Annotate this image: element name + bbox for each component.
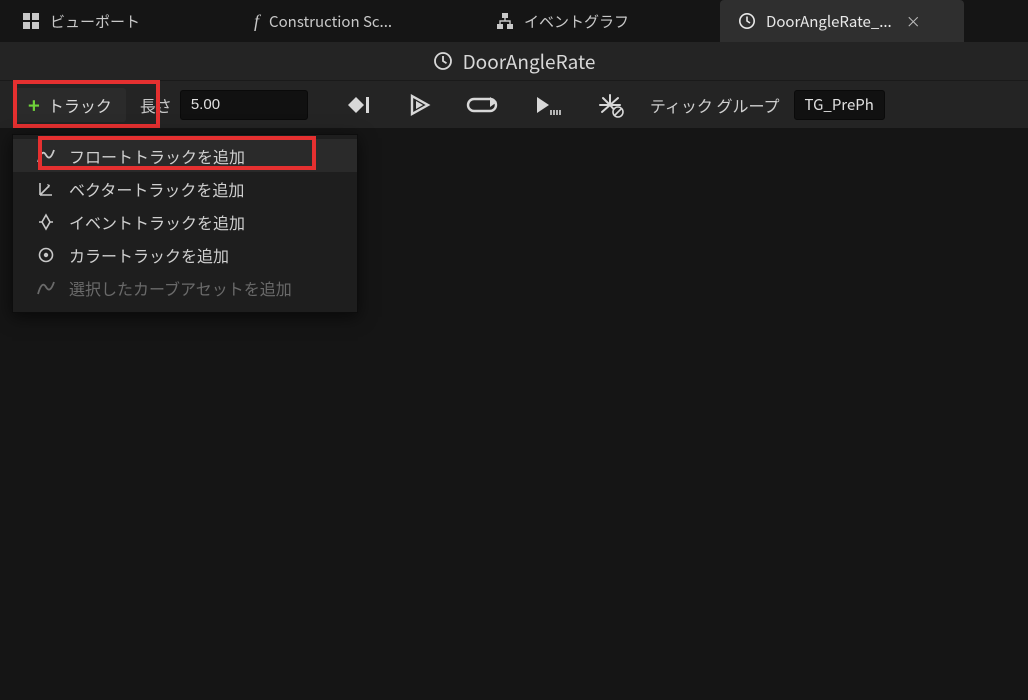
menu-label: ベクタートラックを追加 [69, 177, 244, 201]
add-track-button[interactable]: + トラック [14, 88, 126, 122]
tab-label: Construction Sc... [269, 11, 392, 32]
toolbar-icon-group [346, 92, 624, 118]
tab-viewport[interactable]: ビューポート [4, 0, 236, 42]
menu-label: イベントトラックを追加 [69, 210, 245, 234]
clock-icon [738, 12, 756, 30]
menu-label: カラートラックを追加 [69, 243, 229, 267]
tab-event-graph[interactable]: イベントグラフ [478, 0, 720, 42]
tickgroup-label: ティック グループ [650, 93, 780, 117]
replicated-icon[interactable] [534, 93, 562, 117]
function-icon: f [254, 11, 259, 32]
tab-label: イベントグラフ [524, 11, 629, 32]
vector-icon [37, 180, 55, 198]
menu-add-curve-asset: 選択したカーブアセットを追加 [13, 271, 357, 304]
loop-icon[interactable] [466, 93, 500, 117]
tab-label: ビューポート [50, 11, 140, 32]
tab-label: DoorAngleRate_... [766, 11, 892, 32]
length-label: 長さ [140, 93, 172, 117]
tickgroup-select[interactable]: TG_PrePh [794, 90, 885, 120]
menu-label: フロートトラックを追加 [69, 144, 245, 168]
curve-float-icon [37, 148, 55, 164]
curve-asset-icon [37, 280, 55, 296]
menu-label: 選択したカーブアセットを追加 [69, 276, 292, 300]
grid-icon [22, 12, 40, 30]
tickgroup-value: TG_PrePh [805, 94, 874, 115]
graph-icon [496, 12, 514, 30]
autoplay-icon[interactable] [408, 93, 432, 117]
tab-strip: ビューポート f Construction Sc... イベントグラフ Door… [0, 0, 1028, 42]
menu-add-vector-track[interactable]: ベクタートラックを追加 [13, 172, 357, 205]
last-keyframe-icon[interactable] [346, 93, 374, 117]
add-track-label: トラック [48, 93, 112, 117]
add-track-menu: フロートトラックを追加 ベクタートラックを追加 イベントトラックを追加 カラート… [12, 134, 358, 313]
menu-add-float-track[interactable]: フロートトラックを追加 [13, 139, 357, 172]
event-icon [37, 213, 55, 231]
length-input[interactable] [180, 90, 308, 120]
tab-construction-script[interactable]: f Construction Sc... [236, 0, 478, 42]
color-icon [37, 246, 55, 264]
ignore-dilation-icon[interactable] [596, 92, 624, 118]
page-title: DoorAngleRate [463, 48, 596, 75]
title-bar: DoorAngleRate [0, 42, 1028, 80]
close-icon[interactable]: × [906, 11, 921, 32]
tab-timeline[interactable]: DoorAngleRate_... × [720, 0, 964, 42]
clock-icon [433, 51, 453, 71]
plus-icon: + [28, 95, 40, 115]
menu-add-event-track[interactable]: イベントトラックを追加 [13, 205, 357, 238]
timeline-toolbar: + トラック 長さ [0, 80, 1028, 128]
menu-add-color-track[interactable]: カラートラックを追加 [13, 238, 357, 271]
